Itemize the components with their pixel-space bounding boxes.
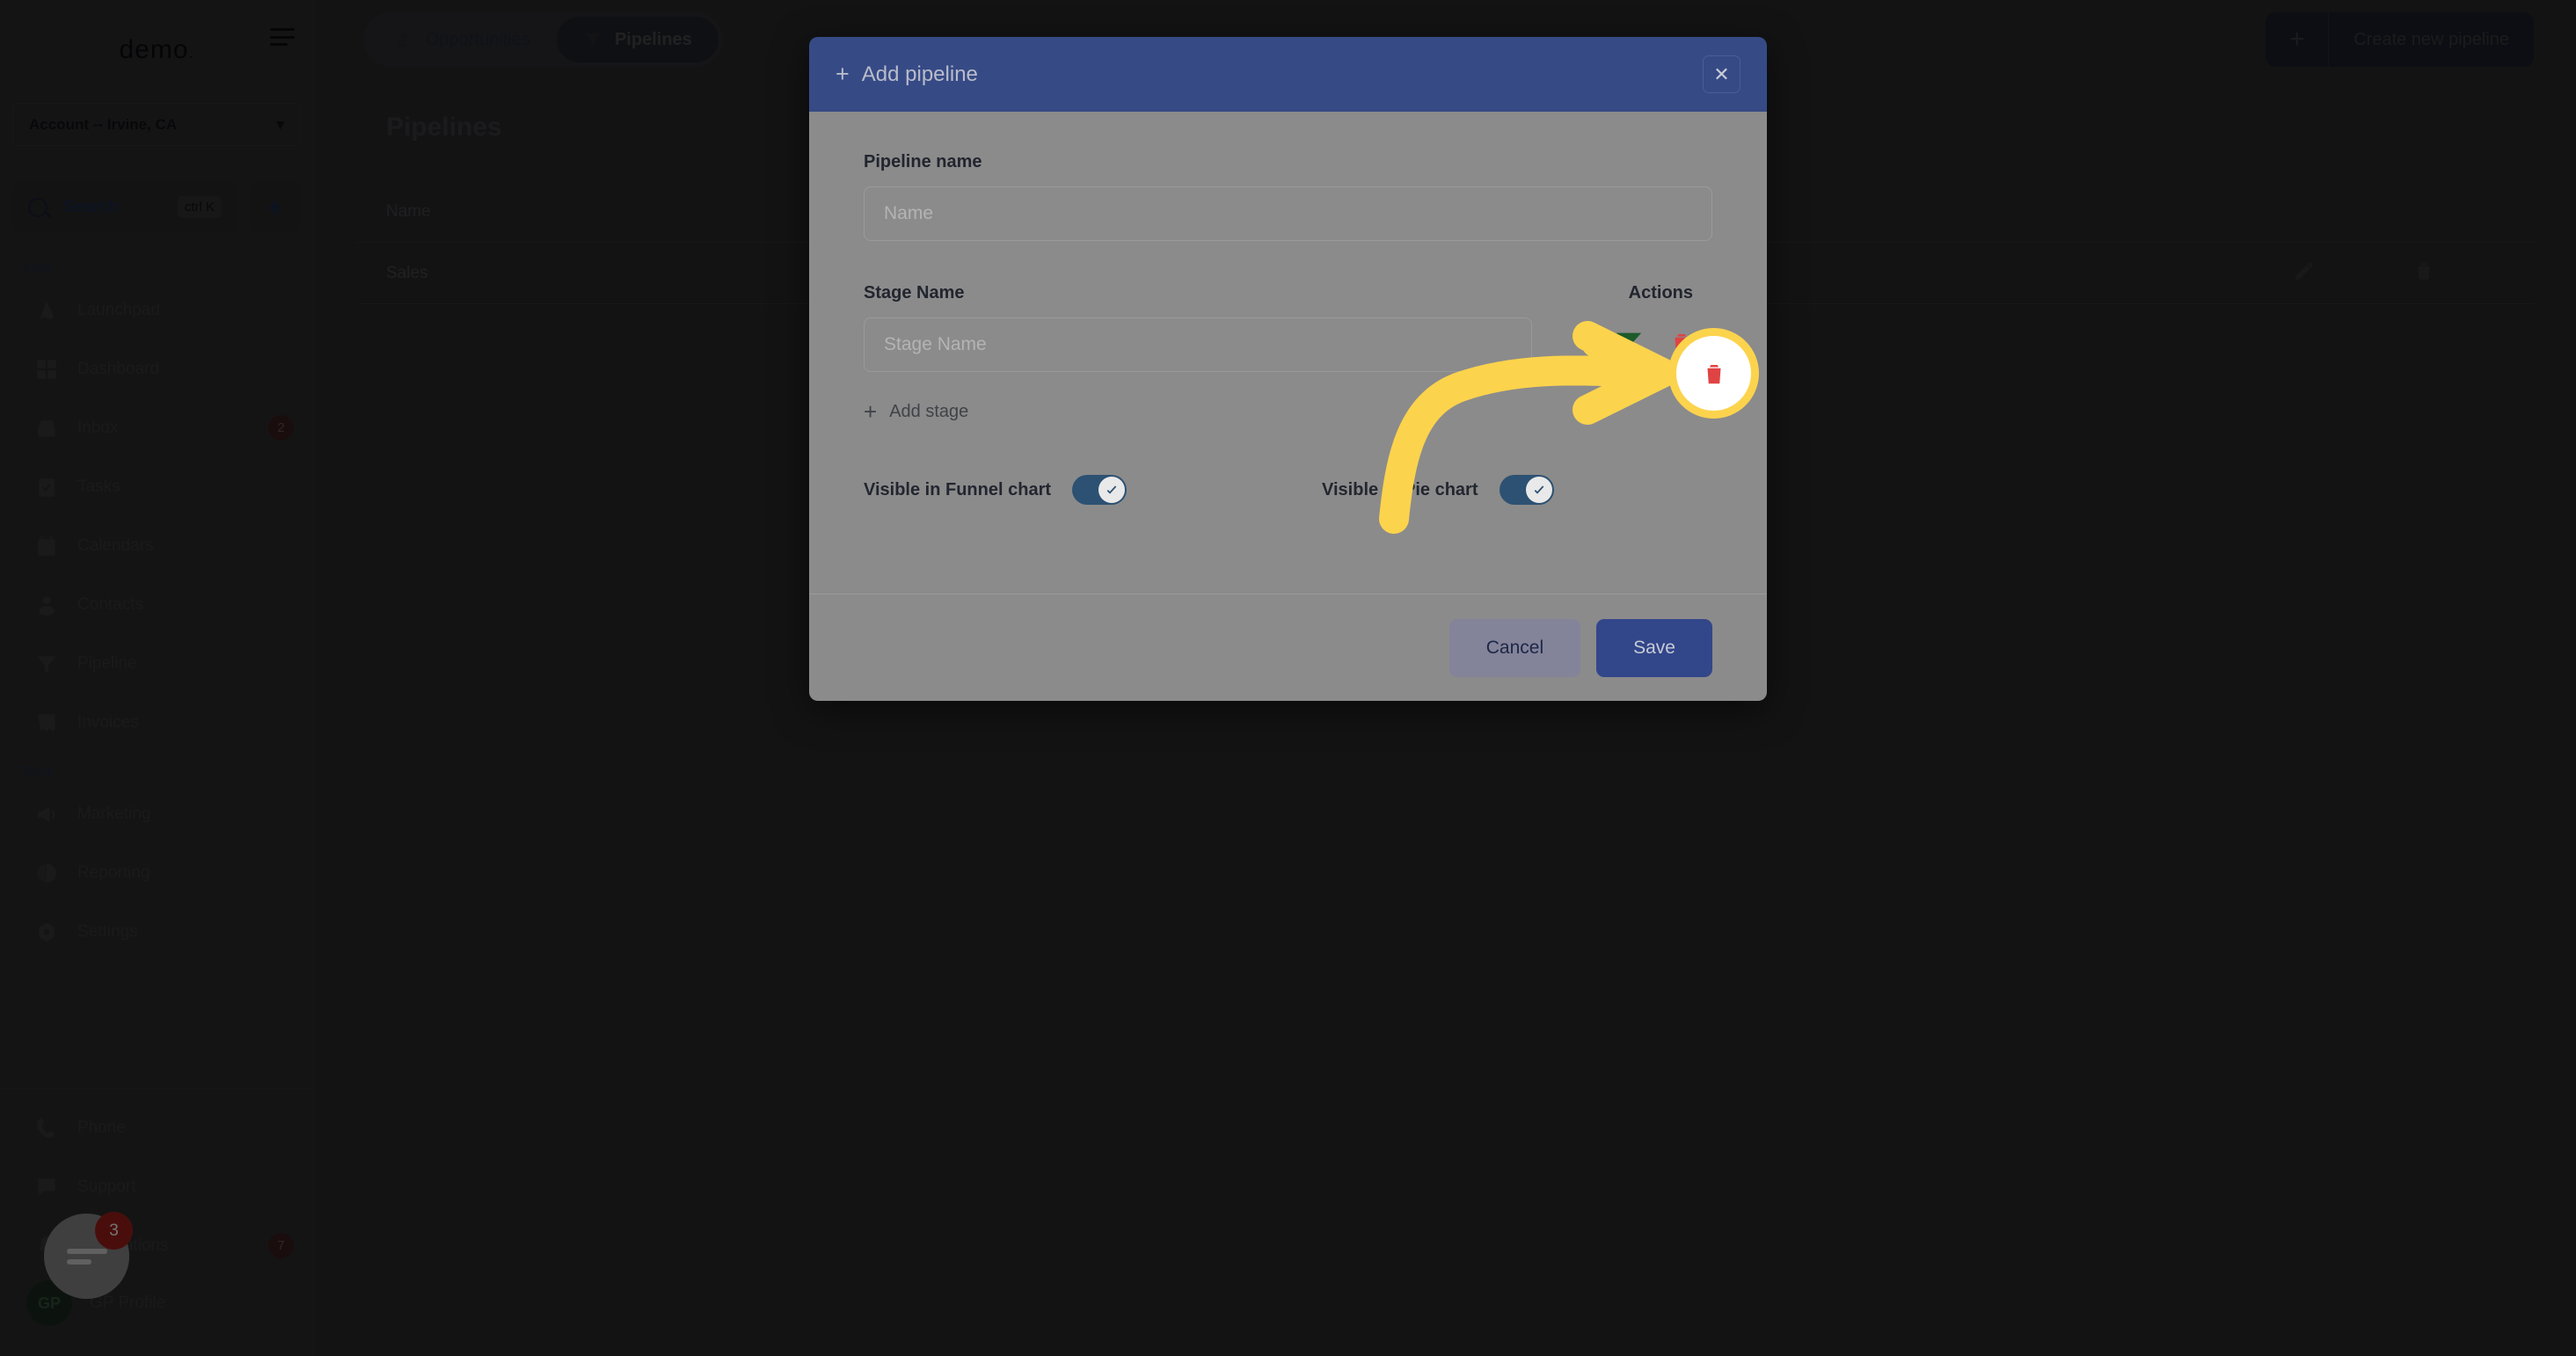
modal-title-text: Add pipeline [861,62,978,86]
add-stage-button[interactable]: + Add stage [864,398,1712,426]
toggle-visible-pie-chart[interactable] [1499,475,1554,505]
stage-name-label: Stage Name [864,283,965,303]
visibility-toggles: Visible in Funnel chart Visible in Pie c… [864,475,1712,505]
toggle-label-funnel: Visible in Funnel chart [864,479,1052,499]
close-icon[interactable]: ✕ [1703,55,1740,93]
funnel-icon[interactable] [1614,328,1644,362]
stage-name-input[interactable] [864,317,1532,372]
modal-footer: Cancel Save [809,594,1767,701]
plus-icon: + [864,398,878,425]
toggle-group-pie: Visible in Pie chart [1322,475,1554,505]
add-stage-label: Add stage [889,402,969,421]
stage-row-actions [1614,328,1712,362]
check-icon [1106,485,1117,494]
actions-column-label: Actions [1628,283,1693,303]
toggle-knob [1098,477,1126,503]
pipeline-name-label: Pipeline name [864,152,982,171]
modal-header: + Add pipeline ✕ [809,37,1767,112]
toggle-knob [1525,477,1552,503]
plus-icon: + [836,61,850,87]
modal-title: + Add pipeline [836,61,978,88]
stage-row [864,317,1712,372]
toggle-visible-funnel-chart[interactable] [1072,475,1127,505]
check-icon [1534,485,1543,494]
toggle-label-pie: Visible in Pie chart [1322,479,1478,499]
app-root: demo. Account -- Irvine, CA ▾ Search ctr… [0,0,2576,1356]
toggle-group-funnel: Visible in Funnel chart [864,475,1127,505]
save-button[interactable]: Save [1596,618,1712,677]
cancel-button[interactable]: Cancel [1449,618,1581,677]
stage-header: Stage Name Actions [864,283,1712,303]
add-pipeline-modal: + Add pipeline ✕ Pipeline name Stage Nam… [809,37,1767,701]
modal-body: Pipeline name Stage Name Actions + Add s… [809,112,1767,594]
delete-stage-icon[interactable] [1668,329,1695,361]
pipeline-name-input[interactable] [864,186,1712,241]
